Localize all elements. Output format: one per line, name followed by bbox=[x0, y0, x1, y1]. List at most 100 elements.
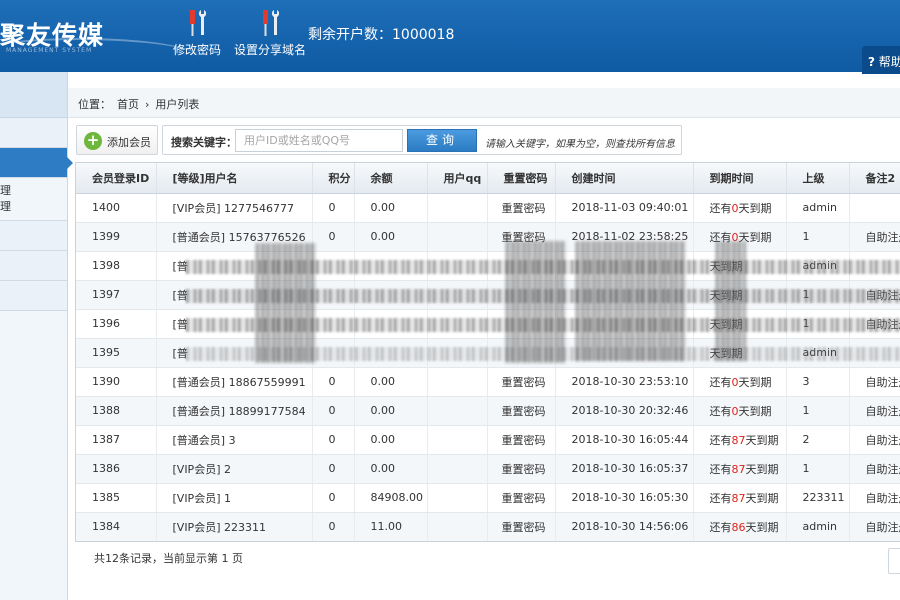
change-password-button[interactable]: 修改密码 bbox=[162, 8, 232, 58]
reset-password-link[interactable] bbox=[487, 309, 556, 339]
set-share-domain-label: 设置分享域名 bbox=[233, 43, 306, 57]
reset-password-link[interactable]: 重置密码 bbox=[487, 193, 556, 223]
help-button[interactable]: ? 帮助 bbox=[862, 46, 900, 74]
col-header-reset[interactable]: 重置密码 bbox=[487, 163, 556, 194]
cell-id: 1387 bbox=[76, 425, 157, 455]
cell-note bbox=[849, 251, 900, 281]
cell-id: 1397 bbox=[76, 280, 157, 310]
reset-password-link[interactable]: 重置密码 bbox=[487, 396, 556, 426]
col-header-note[interactable]: 备注2 bbox=[849, 163, 900, 194]
cell-note: 自助注册 bbox=[849, 483, 900, 513]
cell-parent: admin bbox=[786, 251, 850, 281]
cell-id: 1398 bbox=[76, 251, 157, 281]
cell-expire: 还有87天到期 bbox=[693, 483, 787, 513]
col-header-id[interactable]: 会员登录ID bbox=[76, 163, 157, 194]
breadcrumb-separator: › bbox=[145, 98, 150, 111]
sidebar-subitem[interactable]: 理 bbox=[0, 198, 67, 214]
col-header-created[interactable]: 创建时间 bbox=[555, 163, 694, 194]
reset-password-link[interactable] bbox=[487, 280, 556, 310]
table-row: 1386 [VIP会员] 2 0 0.00 重置密码 2018-10-30 16:05:3… bbox=[76, 454, 900, 484]
cell-created: 2018-10-30 14:56:06 bbox=[555, 512, 694, 541]
expire-suffix: 天到期 bbox=[709, 259, 743, 273]
cell-created: 2018-11-02 23:58:25 bbox=[555, 222, 694, 252]
sidebar-item[interactable] bbox=[0, 281, 67, 311]
breadcrumb-home[interactable]: 首页 bbox=[117, 98, 139, 111]
cell-parent: admin bbox=[786, 512, 850, 541]
reset-password-link[interactable]: 重置密码 bbox=[487, 454, 556, 484]
cell-note: 自助注册 bbox=[849, 454, 900, 484]
reset-password-link[interactable] bbox=[487, 338, 556, 368]
table-row: 1384 [VIP会员] 223311 0 11.00 重置密码 2018-10-30 1… bbox=[76, 512, 900, 541]
set-share-domain-button[interactable]: 设置分享域名 bbox=[232, 8, 308, 58]
cell-name: [VIP会员] 223311 bbox=[156, 512, 313, 541]
sidebar-subitem[interactable]: 理 bbox=[0, 182, 67, 198]
reset-password-link[interactable]: 重置密码 bbox=[487, 483, 556, 513]
table-row: 1397[普 天到期 1自助注册 bbox=[76, 280, 900, 310]
table-header-row: 会员登录ID [等级]用户名 积分 余额 用户qq 重置密码 创建时间 到期时间… bbox=[76, 163, 900, 194]
help-label: 帮助 bbox=[878, 55, 900, 69]
add-member-button[interactable]: + 添加会员 bbox=[76, 125, 158, 155]
sidebar-item-active[interactable] bbox=[0, 148, 73, 178]
cell-expire: 天到期 bbox=[693, 280, 787, 310]
cell-points: 0 bbox=[312, 222, 355, 252]
col-header-points[interactable]: 积分 bbox=[312, 163, 355, 194]
reset-password-link[interactable] bbox=[487, 251, 556, 281]
logo-subtitle: MANAGEMENT SYSTEM bbox=[6, 47, 93, 54]
cell-points: 0 bbox=[312, 512, 355, 541]
cell-qq bbox=[427, 396, 488, 426]
reset-password-link[interactable]: 重置密码 bbox=[487, 367, 556, 397]
screwdriver-wrench-icon bbox=[190, 10, 207, 36]
cell-id: 1390 bbox=[76, 367, 157, 397]
cell-balance: 84908.00 bbox=[354, 483, 428, 513]
screwdriver-wrench-icon bbox=[263, 10, 280, 36]
cell-name: [普 bbox=[156, 280, 313, 310]
plus-icon: + bbox=[84, 132, 102, 150]
reset-password-link[interactable]: 重置密码 bbox=[487, 222, 556, 252]
cell-expire: 还有0天到期 bbox=[693, 396, 787, 426]
cell-name: [VIP会员] 1277546777 bbox=[156, 193, 313, 223]
cell-name: [普 bbox=[156, 251, 313, 281]
cell-parent: 1 bbox=[786, 396, 850, 426]
cell-expire: 还有0天到期 bbox=[693, 367, 787, 397]
col-header-parent[interactable]: 上级 bbox=[786, 163, 850, 194]
sidebar-item[interactable] bbox=[0, 118, 67, 148]
expire-suffix: 天到期 bbox=[709, 317, 743, 331]
expire-prefix: 还有 bbox=[709, 491, 732, 505]
query-button[interactable]: 查询 bbox=[407, 129, 477, 152]
sidebar-item[interactable] bbox=[0, 251, 67, 281]
cell-balance bbox=[354, 309, 428, 339]
expire-prefix: 还有 bbox=[709, 462, 732, 476]
pagination-button[interactable] bbox=[888, 548, 900, 574]
expire-suffix: 天到期 bbox=[709, 288, 743, 302]
reset-password-link[interactable]: 重置密码 bbox=[487, 512, 556, 541]
cell-parent: 1 bbox=[786, 222, 850, 252]
table-row: 1395 [普 天到期 admin bbox=[76, 338, 900, 368]
col-header-qq[interactable]: 用户qq bbox=[427, 163, 488, 194]
expire-prefix: 还有 bbox=[709, 520, 732, 534]
cell-expire: 还有86天到期 bbox=[693, 512, 787, 541]
cell-expire: 天到期 bbox=[693, 309, 787, 339]
sidebar-header bbox=[0, 72, 67, 118]
table-row: 1396[普 天到期 1自助注册 bbox=[76, 309, 900, 339]
sidebar-item[interactable] bbox=[0, 221, 67, 251]
cell-id: 1385 bbox=[76, 483, 157, 513]
cell-qq bbox=[427, 309, 488, 339]
expire-prefix: 还有 bbox=[709, 375, 732, 389]
cell-parent: 1 bbox=[786, 280, 850, 310]
cell-name: [普通会员] 3 bbox=[156, 425, 313, 455]
col-header-balance[interactable]: 余额 bbox=[354, 163, 428, 194]
cell-expire: 还有0天到期 bbox=[693, 222, 787, 252]
table-row: 1388 [普通会员] 18899177584 0 0.00 重置密码 2018-10-3… bbox=[76, 396, 900, 426]
col-header-name[interactable]: [等级]用户名 bbox=[156, 163, 313, 194]
expire-prefix: 还有 bbox=[709, 433, 732, 447]
cell-note: 自助注册 bbox=[849, 396, 900, 426]
reset-password-link[interactable]: 重置密码 bbox=[487, 425, 556, 455]
cell-qq bbox=[427, 280, 488, 310]
cell-parent: 1 bbox=[786, 309, 850, 339]
cell-id: 1388 bbox=[76, 396, 157, 426]
search-input[interactable] bbox=[235, 129, 403, 152]
col-header-expire[interactable]: 到期时间 bbox=[693, 163, 787, 194]
breadcrumb: 位置： 首页 › 用户列表 bbox=[68, 88, 900, 118]
cell-id: 1384 bbox=[76, 512, 157, 541]
cell-id: 1395 bbox=[76, 338, 157, 368]
